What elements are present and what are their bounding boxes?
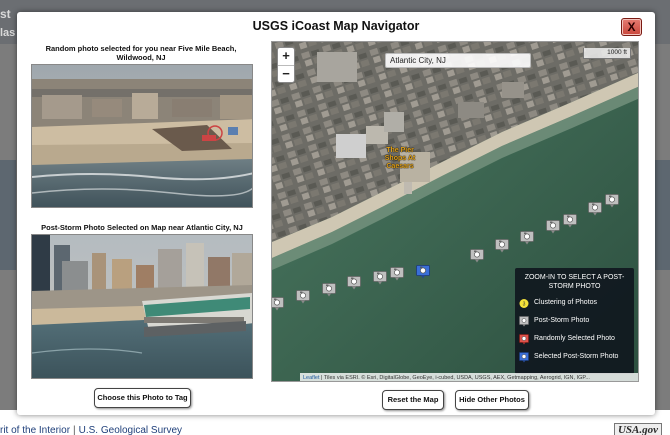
camera-marker-icon[interactable] — [296, 290, 310, 304]
map-poi-label: The Pier Shops At Caesars — [384, 147, 416, 170]
leaflet-link[interactable]: Leaflet — [303, 375, 320, 381]
camera-marker-icon[interactable] — [271, 297, 284, 311]
map-legend: ZOOM-IN TO SELECT A POST-STORM PHOTO 3 C… — [515, 268, 634, 374]
random-photo-caption: Random photo selected for you near Five … — [45, 44, 237, 62]
camera-marker-icon[interactable] — [546, 220, 560, 234]
footer-links: rit of the Interior | U.S. Geological Surv… — [0, 425, 183, 435]
map-scale-bar: 1000 ft — [583, 48, 631, 59]
usagov-logo[interactable]: USA.gov — [613, 423, 662, 435]
hide-other-photos-button[interactable]: Hide Other Photos — [455, 390, 529, 410]
dialog-title: USGS iCoast Map Navigator — [252, 19, 420, 33]
camera-marker-icon[interactable] — [322, 283, 336, 297]
poststorm-photo-caption: Post-Storm Photo Selected on Map near At… — [41, 223, 243, 232]
zoom-in-button[interactable]: + — [278, 48, 294, 65]
camera-marker-icon[interactable] — [390, 267, 404, 281]
camera-marker-icon[interactable] — [373, 271, 387, 285]
map-view[interactable]: + − Atlantic City, NJ 1000 ft The Pier S… — [271, 41, 639, 382]
camera-marker-icon — [519, 352, 529, 363]
camera-marker-icon[interactable] — [605, 194, 619, 208]
reset-map-button[interactable]: Reset the Map — [382, 390, 444, 410]
map-attribution: Leaflet | Tiles via ESRI. © Esri, Digita… — [300, 373, 638, 381]
map-location-search[interactable]: Atlantic City, NJ — [385, 53, 531, 68]
poststorm-photo-image — [32, 235, 252, 378]
random-photo-image — [32, 65, 252, 207]
camera-marker-icon[interactable] — [563, 214, 577, 228]
legend-title: ZOOM-IN TO SELECT A POST-STORM PHOTO — [524, 274, 625, 290]
camera-marker-icon — [519, 334, 529, 345]
background-side-panel-right — [654, 160, 670, 270]
camera-marker-icon[interactable] — [588, 202, 602, 216]
map-navigator-dialog: USGS iCoast Map Navigator X Random photo… — [17, 12, 655, 415]
close-button[interactable]: X — [621, 18, 642, 36]
background-side-panel-left — [0, 160, 16, 270]
choose-photo-button[interactable]: Choose this Photo to Tag — [94, 388, 191, 408]
camera-marker-icon[interactable] — [347, 276, 361, 290]
cluster-icon: 3 — [519, 299, 529, 308]
camera-marker-icon[interactable] — [495, 239, 509, 253]
poststorm-photo[interactable] — [31, 234, 253, 379]
zoom-control: + − — [277, 47, 295, 83]
footer-link-interior[interactable]: rit of the Interior — [0, 425, 70, 435]
camera-marker-icon — [519, 316, 529, 327]
camera-marker-icon[interactable] — [520, 231, 534, 245]
footer-link-usgs[interactable]: U.S. Geological Survey — [79, 425, 182, 435]
svg-text:3: 3 — [523, 302, 526, 308]
selected-camera-marker-icon[interactable] — [416, 265, 430, 279]
random-photo[interactable] — [31, 64, 253, 208]
camera-marker-icon[interactable] — [470, 249, 484, 263]
background-site-title: st — [0, 7, 11, 21]
zoom-out-button[interactable]: − — [278, 65, 294, 82]
background-site-subtitle: las — [0, 27, 16, 39]
